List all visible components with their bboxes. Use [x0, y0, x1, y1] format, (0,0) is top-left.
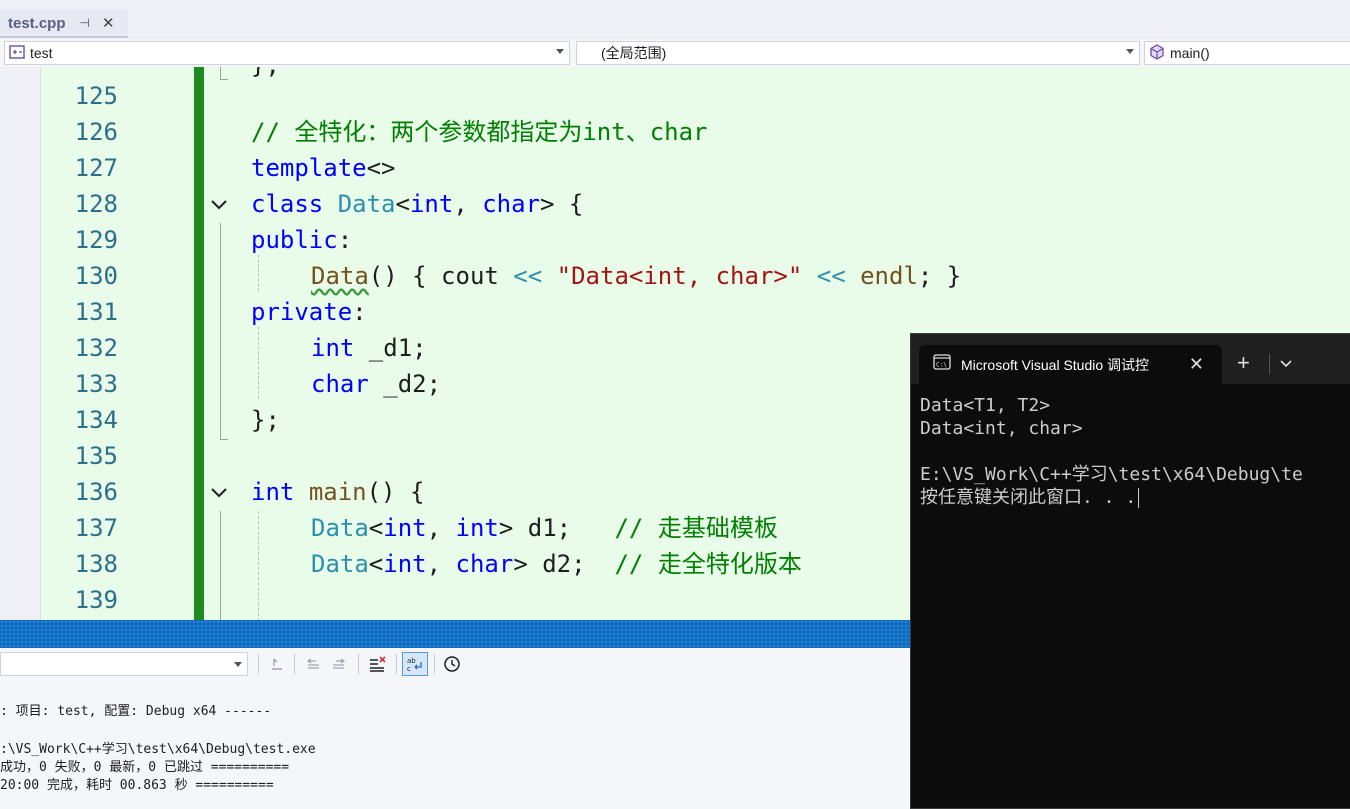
navigation-bar: test (全局范围) main() [0, 39, 1350, 67]
toolbar-separator [294, 654, 295, 674]
fold-chevron-icon[interactable] [208, 481, 230, 503]
svg-text:C:\: C:\ [936, 362, 947, 369]
line-number: 129 [74, 226, 118, 254]
chevron-down-icon[interactable] [1279, 356, 1293, 374]
tab-title: test.cpp [8, 14, 66, 32]
code-text: }; [251, 406, 280, 434]
console-title: Microsoft Visual Studio 调试控 [961, 356, 1150, 373]
output-pane[interactable]: : 项目: test, 配置: Debug x64 ------ :\VS_Wo… [0, 680, 910, 809]
console-output-line: Data<int, char> [920, 418, 1083, 439]
line-number: 127 [74, 154, 118, 182]
code-text: int _d1; [311, 334, 427, 362]
scope-dropdown[interactable]: (全局范围) [576, 41, 1140, 65]
word-wrap-toggle-icon[interactable]: ab c [402, 652, 428, 676]
chevron-down-icon [556, 49, 564, 54]
code-text: private: [251, 298, 367, 326]
method-cube-icon [1149, 43, 1165, 63]
toolbar-separator [258, 654, 259, 674]
code-text: class Data<int, char> { [251, 190, 584, 218]
code-line: 128 class Data<int, char> { [0, 186, 1350, 222]
console-output-line: E:\VS_Work\C++学习\test\x64\Debug\te [920, 464, 1303, 485]
project-label: test [30, 45, 53, 61]
code-text: int main() { [251, 478, 425, 506]
titlebar-separator [1269, 354, 1270, 374]
clear-all-icon[interactable] [366, 654, 388, 674]
previous-message-icon[interactable] [302, 654, 324, 674]
new-tab-icon[interactable]: + [1237, 352, 1250, 374]
line-number: 131 [74, 298, 118, 326]
clock-icon[interactable] [441, 654, 463, 674]
toolbar-separator [396, 654, 397, 674]
code-text: public: [251, 226, 353, 254]
console-tab[interactable]: C:\ Microsoft Visual Studio 调试控 ✕ [919, 345, 1222, 384]
code-text: Data() { cout << "Data<int, char>" << en… [311, 262, 962, 290]
console-output-line: Data<T1, T2> [920, 395, 1051, 416]
debug-console-window[interactable]: C:\ Microsoft Visual Studio 调试控 ✕ + Data… [910, 333, 1350, 809]
line-number: 139 [74, 586, 118, 614]
chevron-down-icon [1126, 49, 1134, 54]
line-number: 137 [74, 514, 118, 542]
line-number: 128 [74, 190, 118, 218]
code-text: char _d2; [311, 370, 442, 398]
line-number: 136 [74, 478, 118, 506]
document-tab-strip: test.cpp ⊣ ✕ [0, 0, 1350, 38]
fold-chevron-icon[interactable] [208, 193, 230, 215]
line-number: 130 [74, 262, 118, 290]
code-line: 127 template<> [0, 150, 1350, 186]
output-source-dropdown[interactable] [0, 652, 248, 676]
code-text: Data<int, char> d2; // 走全特化版本 [311, 550, 802, 578]
svg-text:c: c [407, 665, 411, 673]
output-line: : 项目: test, 配置: Debug x64 ------ [0, 704, 272, 719]
code-line: 126 // 全特化：两个参数都指定为int、char [0, 114, 1350, 150]
code-line: 130 Data() { cout << "Data<int, char>" <… [0, 258, 1350, 294]
text-cursor [1138, 488, 1140, 508]
project-icon [9, 44, 25, 62]
code-text: // 全特化：两个参数都指定为int、char [251, 118, 708, 146]
code-line: 125 [0, 78, 1350, 114]
close-icon[interactable]: ✕ [102, 14, 115, 32]
scope-label: (全局范围) [601, 45, 667, 61]
output-toolbar: ab c [0, 648, 910, 680]
console-prompt-line: 按任意键关闭此窗口. . . [920, 487, 1140, 509]
code-line: 131 private: [0, 294, 1350, 330]
svg-text:ab: ab [407, 657, 416, 665]
code-text: Data<int, int> d1; // 走基础模板 [311, 514, 778, 542]
project-dropdown[interactable]: test [4, 41, 570, 65]
line-number: 125 [74, 82, 118, 110]
tab-test-cpp[interactable]: test.cpp ⊣ ✕ [0, 10, 128, 38]
output-line: :\VS_Work\C++学习\test\x64\Debug\test.exe [0, 742, 316, 757]
line-number: 132 [74, 334, 118, 362]
next-message-icon[interactable] [328, 654, 350, 674]
toolbar-separator [358, 654, 359, 674]
line-number: 135 [74, 442, 118, 470]
code-line: 129 public: [0, 222, 1350, 258]
find-message-icon[interactable] [266, 654, 288, 674]
panel-splitter[interactable] [0, 620, 910, 648]
chevron-down-icon [234, 662, 242, 667]
pin-icon[interactable]: ⊣ [80, 16, 90, 30]
console-titlebar: C:\ Microsoft Visual Studio 调试控 ✕ + [911, 334, 1350, 384]
output-line: 成功，0 失败，0 最新，0 已跳过 ========== [0, 760, 290, 775]
line-number: 126 [74, 118, 118, 146]
code-text: template<> [251, 154, 396, 182]
line-number: 134 [74, 406, 118, 434]
close-icon[interactable]: ✕ [1189, 354, 1204, 375]
toolbar-separator [434, 654, 435, 674]
output-line: 20:00 完成，耗时 00.863 秒 ========== [0, 778, 274, 793]
line-number: 138 [74, 550, 118, 578]
member-dropdown[interactable]: main() [1144, 41, 1350, 65]
line-number: 133 [74, 370, 118, 398]
member-label: main() [1170, 45, 1210, 61]
terminal-icon: C:\ [933, 354, 951, 375]
